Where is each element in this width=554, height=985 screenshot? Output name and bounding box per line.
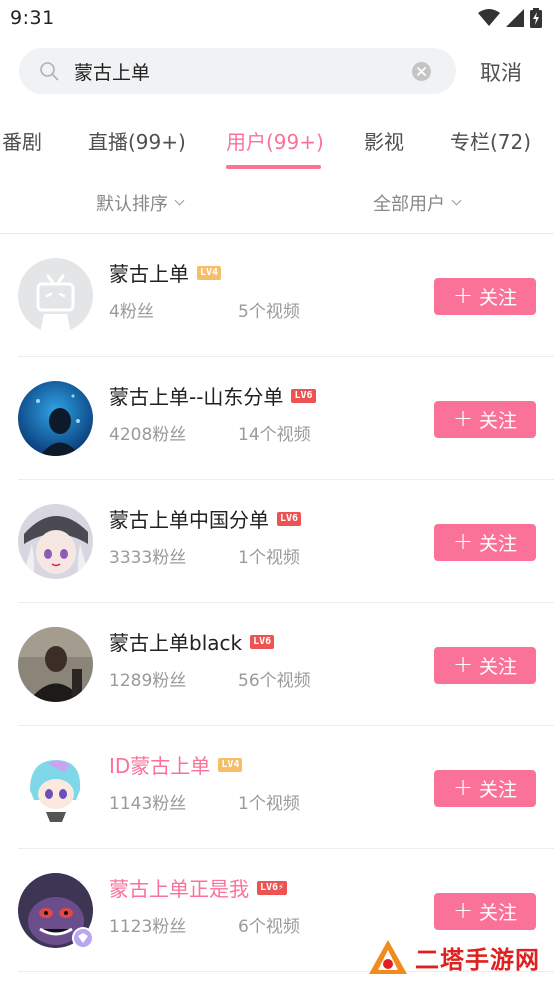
follow-button[interactable]: + 关注 (434, 893, 536, 930)
anime-girl-avatar (18, 504, 93, 579)
user-name[interactable]: 蒙古上单--山东分单 (109, 381, 283, 410)
battery-icon (530, 8, 542, 28)
tab-articles[interactable]: 专栏(72) (450, 126, 531, 155)
follow-button[interactable]: + 关注 (434, 401, 536, 438)
user-name[interactable]: 蒙古上单black (109, 627, 242, 656)
plus-icon: + (452, 773, 474, 801)
signal-icon (506, 9, 524, 27)
follow-label: 关注 (479, 410, 518, 432)
plus-icon: + (452, 404, 474, 432)
level-badge: LV4 (197, 265, 222, 280)
level-badge: LV4 (218, 757, 243, 772)
video-count: 6个视频 (238, 917, 300, 937)
fans-count: 4粉丝 (109, 302, 154, 322)
watermark-text: 二塔手游网 (415, 945, 540, 974)
name-line: 蒙古上单正是我 LV6⚡ (109, 873, 288, 902)
list-item[interactable]: ID蒙古上单 LV4 1143粉丝 1个视频 + 关注 (0, 726, 554, 849)
avatar[interactable] (18, 627, 93, 702)
chevron-down-icon (451, 195, 462, 206)
tab-users[interactable]: 用户(99+) (226, 126, 324, 155)
video-count: 14个视频 (238, 425, 311, 445)
plus-icon: + (452, 281, 474, 309)
status-time: 9:31 (10, 7, 55, 29)
chibi-character-avatar (18, 750, 93, 825)
user-name[interactable]: ID蒙古上单 (109, 750, 210, 779)
fans-count: 1143粉丝 (109, 794, 187, 814)
active-tab-indicator (226, 165, 321, 169)
follow-label: 关注 (479, 287, 518, 309)
default-tv-avatar-icon (18, 258, 93, 333)
follow-label: 关注 (479, 656, 518, 678)
name-line: 蒙古上单 LV4 (109, 258, 222, 287)
search-icon (40, 62, 59, 81)
video-count: 1个视频 (238, 794, 300, 814)
avatar[interactable] (18, 504, 93, 579)
cancel-button[interactable]: 取消 (480, 57, 522, 87)
watermark-logo-icon (369, 940, 407, 974)
man-photo-avatar (18, 627, 93, 702)
user-list: 蒙古上单 LV4 4粉丝 5个视频 + 关注 蒙古上单--山东分单 LV6 42… (0, 234, 554, 972)
search-query: 蒙古上单 (74, 62, 151, 84)
fans-count: 3333粉丝 (109, 548, 187, 568)
clear-icon[interactable] (412, 62, 431, 81)
list-item[interactable]: 蒙古上单 LV4 4粉丝 5个视频 + 关注 (0, 234, 554, 357)
name-line: 蒙古上单black LV6 (109, 627, 275, 656)
sort-dropdown[interactable]: 默认排序 (96, 190, 185, 216)
tab-bangumi[interactable]: 番剧 (2, 126, 42, 155)
name-line: ID蒙古上单 LV4 (109, 750, 243, 779)
aquarium-photo-avatar (18, 381, 93, 456)
follow-button[interactable]: + 关注 (434, 524, 536, 561)
verified-badge-icon (72, 927, 94, 949)
plus-icon: + (452, 650, 474, 678)
user-name[interactable]: 蒙古上单正是我 (109, 873, 249, 902)
follow-button[interactable]: + 关注 (434, 278, 536, 315)
search-bar-row: 蒙古上单 取消 (0, 48, 554, 96)
plus-icon: + (452, 896, 474, 924)
plus-icon: + (452, 527, 474, 555)
list-item[interactable]: 蒙古上单black LV6 1289粉丝 56个视频 + 关注 (0, 603, 554, 726)
wifi-icon (478, 9, 500, 26)
follow-label: 关注 (479, 902, 518, 924)
chevron-down-icon (174, 195, 185, 206)
user-name[interactable]: 蒙古上单中国分单 (109, 504, 269, 533)
avatar[interactable] (18, 258, 93, 333)
fans-count: 1289粉丝 (109, 671, 187, 691)
sort-label: 默认排序 (96, 194, 168, 215)
name-line: 蒙古上单--山东分单 LV6 (109, 381, 316, 410)
tab-live[interactable]: 直播(99+) (88, 126, 186, 155)
watermark: 二塔手游网 (367, 938, 540, 976)
video-count: 56个视频 (238, 671, 311, 691)
follow-button[interactable]: + 关注 (434, 647, 536, 684)
user-type-label: 全部用户 (373, 194, 445, 215)
search-input[interactable]: 蒙古上单 (19, 48, 456, 94)
video-count: 1个视频 (238, 548, 300, 568)
avatar[interactable] (18, 873, 94, 949)
search-tabs: 番剧 直播(99+) 用户(99+) 影视 专栏(72) (0, 118, 554, 172)
fans-count: 1123粉丝 (109, 917, 187, 937)
follow-button[interactable]: + 关注 (434, 770, 536, 807)
name-line: 蒙古上单中国分单 LV6 (109, 504, 302, 533)
list-item[interactable]: 蒙古上单中国分单 LV6 3333粉丝 1个视频 + 关注 (0, 480, 554, 603)
user-name[interactable]: 蒙古上单 (109, 258, 189, 287)
level-badge: LV6 (277, 511, 302, 526)
avatar[interactable] (18, 750, 93, 825)
filter-bar: 默认排序 全部用户 (0, 182, 554, 222)
status-icons (478, 8, 542, 28)
level-badge: LV6 (250, 634, 275, 649)
status-bar: 9:31 (0, 0, 554, 38)
follow-label: 关注 (479, 779, 518, 801)
level-badge: LV6 (291, 388, 316, 403)
avatar[interactable] (18, 381, 93, 456)
video-count: 5个视频 (238, 302, 300, 322)
fans-count: 4208粉丝 (109, 425, 187, 445)
list-item[interactable]: 蒙古上单--山东分单 LV6 4208粉丝 14个视频 + 关注 (0, 357, 554, 480)
user-type-dropdown[interactable]: 全部用户 (373, 190, 462, 216)
tab-movies[interactable]: 影视 (364, 126, 404, 155)
follow-label: 关注 (479, 533, 518, 555)
level-badge: LV6⚡ (257, 880, 288, 895)
